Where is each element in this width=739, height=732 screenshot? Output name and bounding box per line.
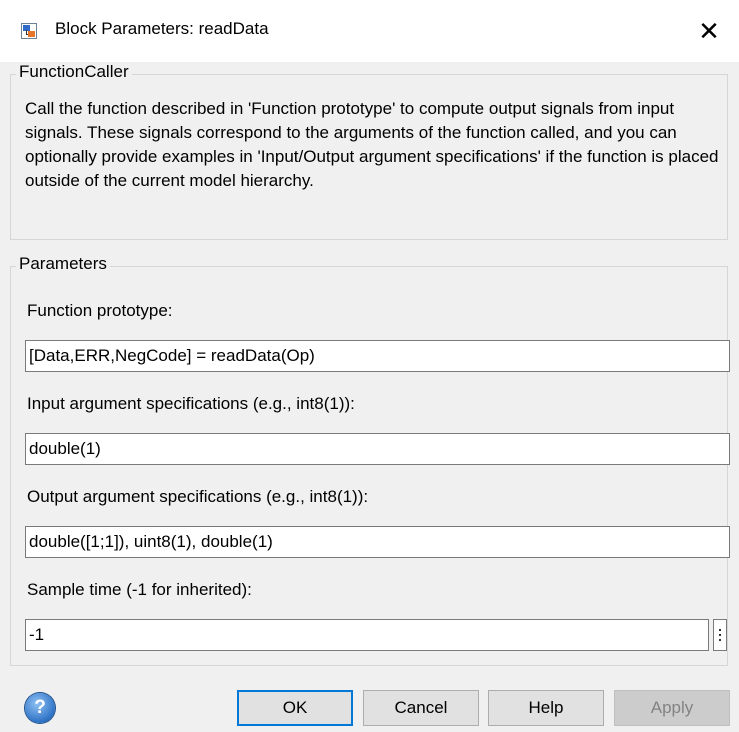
vertical-ellipsis-icon[interactable] — [713, 619, 727, 651]
close-button[interactable]: ✕ — [679, 0, 739, 62]
input-args-input[interactable] — [25, 433, 730, 465]
parameters-group — [10, 266, 728, 666]
window-title: Block Parameters: readData — [55, 19, 269, 38]
function-caller-description: Call the function described in 'Function… — [25, 99, 719, 190]
help-icon[interactable]: ? — [25, 693, 55, 723]
function-caller-legend: FunctionCaller — [16, 62, 132, 82]
output-args-label: Output argument specifications (e.g., in… — [27, 487, 369, 506]
ok-button[interactable]: OK — [237, 690, 353, 726]
help-button[interactable]: Help — [488, 690, 604, 726]
input-args-label: Input argument specifications (e.g., int… — [27, 394, 355, 413]
apply-button[interactable]: Apply — [614, 690, 730, 726]
parameters-legend: Parameters — [16, 254, 110, 274]
sample-time-label: Sample time (-1 for inherited): — [27, 580, 252, 599]
title-bar: Block Parameters: readData ✕ — [0, 0, 739, 62]
simulink-block-icon — [21, 23, 37, 39]
output-args-input[interactable] — [25, 526, 730, 558]
sample-time-input[interactable] — [25, 619, 709, 651]
cancel-button[interactable]: Cancel — [363, 690, 479, 726]
function-prototype-label: Function prototype: — [27, 301, 173, 320]
function-prototype-input[interactable] — [25, 340, 730, 372]
